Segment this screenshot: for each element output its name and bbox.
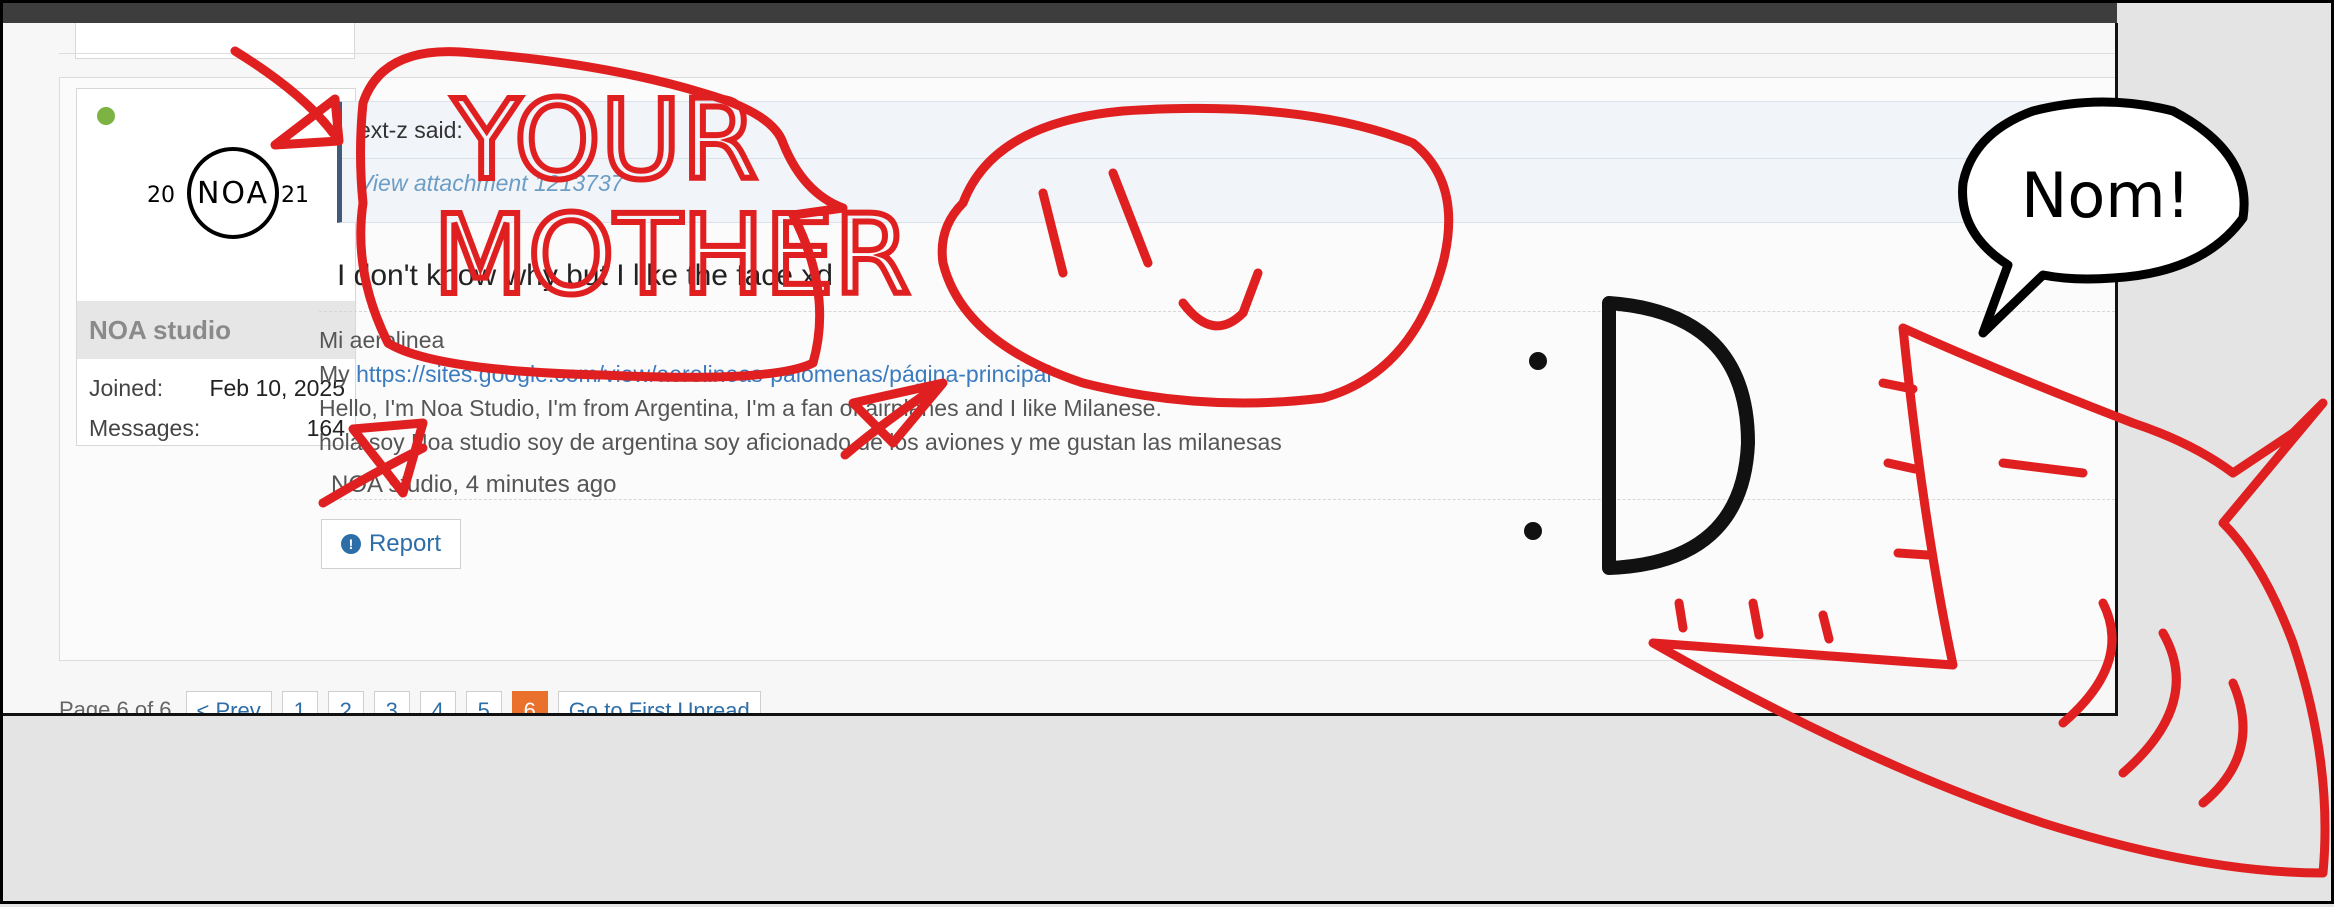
arrow-doodle: [230, 46, 344, 150]
creature-teeth: [1674, 378, 1933, 644]
smiley-eye: [1038, 188, 1068, 278]
arrow-doodle: [840, 378, 948, 460]
emoticon-doodle: [1524, 296, 1755, 575]
your-mother-text-line2: MOTHER: [433, 191, 910, 319]
creature-lines: [2058, 598, 2248, 808]
smiley-mouth: [1178, 268, 1263, 331]
arrow-doodle: [318, 418, 428, 508]
screenshot-frame: 20 NOA 21 NOA studio Joined: Feb 10, 202…: [0, 0, 2334, 904]
creature-eye: [1998, 458, 2088, 478]
smiley-eye: [1108, 168, 1153, 268]
smiley-oval: [937, 103, 1454, 408]
doodle-overlay: YOUR MOTHER: [230, 46, 2330, 878]
your-mother-text-line1: YOUR: [452, 76, 758, 204]
speech-text: Nom!: [2021, 159, 2191, 232]
